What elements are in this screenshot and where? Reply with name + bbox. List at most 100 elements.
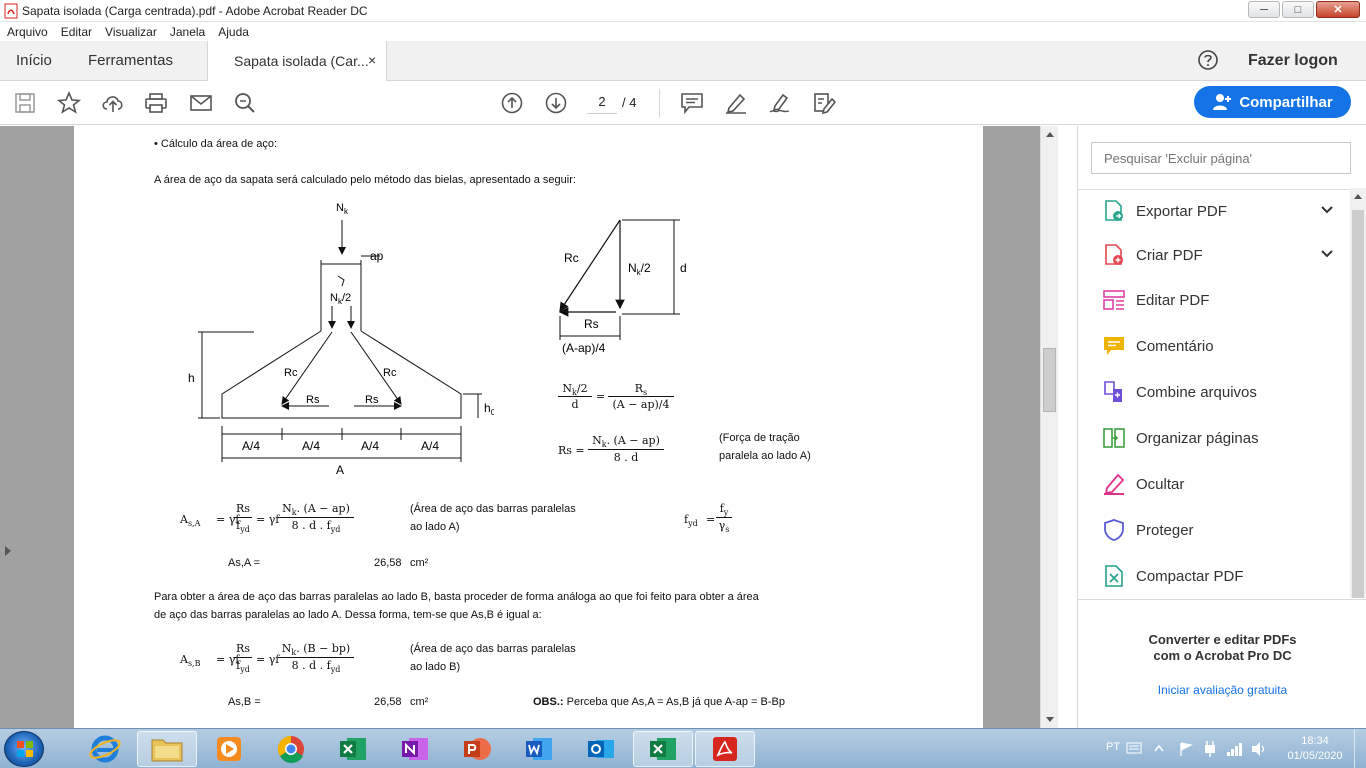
upload-icon[interactable] bbox=[100, 91, 126, 115]
rc-right-label: Rc bbox=[383, 367, 397, 379]
tool-comment[interactable]: Comentário bbox=[1102, 331, 1342, 361]
pdf-page: • Cálculo da área de aço: A área de aço … bbox=[74, 126, 983, 728]
combine-files-icon bbox=[1104, 381, 1122, 402]
page-up-icon[interactable] bbox=[499, 91, 525, 115]
tab-tools[interactable]: Ferramentas bbox=[88, 52, 173, 69]
chevron-down-icon[interactable] bbox=[1320, 247, 1334, 261]
menu-editar[interactable]: Editar bbox=[61, 25, 92, 39]
force-triangle-diagram: Rc Nk/2 d Rs (A-ap)/4 bbox=[558, 219, 687, 355]
page-down-icon[interactable] bbox=[543, 91, 569, 115]
tray-expand-icon[interactable] bbox=[1154, 744, 1164, 752]
triangle-nk2-label: Nk/2 bbox=[628, 261, 651, 277]
help-icon[interactable] bbox=[1197, 49, 1219, 71]
menu-janela[interactable]: Janela bbox=[170, 25, 205, 39]
chevron-down-icon[interactable] bbox=[1320, 203, 1334, 217]
show-desktop-button[interactable] bbox=[1354, 729, 1366, 768]
highlight-pen-icon[interactable] bbox=[723, 91, 749, 115]
taskbar-media-player[interactable] bbox=[199, 731, 259, 767]
menu-ajuda[interactable]: Ajuda bbox=[218, 25, 249, 39]
scroll-thumb[interactable] bbox=[1352, 210, 1364, 598]
taskbar-word[interactable] bbox=[509, 731, 569, 767]
tool-export-pdf[interactable]: Exportar PDF bbox=[1102, 196, 1342, 226]
promo-line1: Converter e editar PDFs bbox=[1148, 632, 1297, 647]
pro-promo: Converter e editar PDFs com o Acrobat Pr… bbox=[1078, 632, 1366, 664]
signal-icon[interactable] bbox=[1226, 741, 1244, 757]
taskbar-ie[interactable] bbox=[75, 731, 135, 767]
excel-icon bbox=[650, 738, 676, 760]
word-icon bbox=[526, 738, 552, 760]
taskbar-acrobat[interactable] bbox=[695, 731, 755, 767]
start-button[interactable] bbox=[4, 731, 44, 767]
tool-comment-label: Comentário bbox=[1136, 337, 1214, 355]
tool-export-pdf-label: Exportar PDF bbox=[1136, 202, 1227, 220]
scroll-up-icon[interactable] bbox=[1046, 132, 1054, 137]
shield-icon bbox=[1104, 519, 1124, 541]
scroll-down-icon[interactable] bbox=[1046, 717, 1054, 722]
chrome-icon bbox=[277, 735, 304, 763]
menu-arquivo[interactable]: Arquivo bbox=[7, 25, 48, 39]
tab-home[interactable]: Início bbox=[16, 52, 52, 69]
excel-icon bbox=[340, 738, 366, 760]
minimize-button[interactable]: ─ bbox=[1248, 1, 1280, 18]
free-trial-link[interactable]: Iniciar avaliação gratuita bbox=[1078, 683, 1366, 697]
action-center-flag-icon[interactable] bbox=[1178, 741, 1194, 757]
bookmark-star-icon[interactable] bbox=[56, 91, 82, 115]
clock[interactable]: 18:34 01/05/2020 bbox=[1282, 734, 1348, 764]
page-number-input[interactable]: 2 bbox=[587, 92, 617, 114]
powerpoint-icon bbox=[464, 738, 491, 760]
left-pane-toggle-icon[interactable] bbox=[5, 546, 11, 556]
keyboard-icon[interactable] bbox=[1126, 742, 1142, 754]
compress-pdf-icon bbox=[1105, 565, 1123, 587]
save-icon[interactable] bbox=[12, 91, 38, 115]
document-scrollbar[interactable] bbox=[1040, 126, 1058, 728]
as-a-result-unit: cm² bbox=[410, 557, 429, 569]
scroll-up-icon[interactable] bbox=[1354, 194, 1362, 199]
tool-compress-pdf[interactable]: Compactar PDF bbox=[1102, 561, 1342, 591]
taskbar-powerpoint[interactable] bbox=[447, 731, 507, 767]
close-tab-icon[interactable]: × bbox=[368, 52, 376, 68]
create-pdf-icon bbox=[1105, 244, 1123, 265]
email-icon[interactable] bbox=[188, 91, 214, 115]
taskbar-excel[interactable] bbox=[323, 731, 383, 767]
taskbar-onenote[interactable] bbox=[385, 731, 445, 767]
tool-edit-pdf[interactable]: Editar PDF bbox=[1102, 285, 1342, 315]
comment-tool-icon bbox=[1104, 337, 1124, 355]
tool-create-pdf-label: Criar PDF bbox=[1136, 246, 1203, 264]
tool-redact-label: Ocultar bbox=[1136, 475, 1185, 493]
sign-icon[interactable] bbox=[767, 91, 793, 115]
share-button[interactable]: Compartilhar bbox=[1194, 86, 1351, 118]
tools-search-input[interactable] bbox=[1091, 142, 1351, 174]
as-b-note-line1: (Área de aço das barras paralelas bbox=[410, 643, 576, 655]
pane-divider bbox=[1078, 599, 1366, 600]
tool-organize-pages[interactable]: Organizar páginas bbox=[1102, 423, 1342, 453]
scroll-thumb[interactable] bbox=[1043, 348, 1056, 412]
taskbar-excel-open[interactable] bbox=[633, 731, 693, 767]
comment-icon[interactable] bbox=[679, 91, 705, 115]
doc-paragraph-b-line1: Para obter a área de aço das barras para… bbox=[154, 591, 759, 603]
ap-label: ap bbox=[370, 249, 384, 263]
tool-redact[interactable]: Ocultar bbox=[1102, 469, 1342, 499]
taskbar-outlook[interactable] bbox=[571, 731, 631, 767]
menu-visualizar[interactable]: Visualizar bbox=[105, 25, 157, 39]
tools-pane-scrollbar[interactable] bbox=[1350, 188, 1366, 598]
maximize-button[interactable]: □ bbox=[1282, 1, 1314, 18]
tab-document[interactable]: Sapata isolada (Car... × bbox=[207, 41, 387, 81]
zoom-search-icon[interactable] bbox=[232, 91, 258, 115]
a4-2-label: A/4 bbox=[302, 439, 320, 453]
language-indicator[interactable]: PT bbox=[1106, 741, 1120, 753]
tool-protect[interactable]: Proteger bbox=[1102, 515, 1342, 545]
power-plug-icon[interactable] bbox=[1202, 740, 1218, 758]
tool-create-pdf[interactable]: Criar PDF bbox=[1102, 240, 1342, 270]
as-b-result-unit: cm² bbox=[410, 696, 429, 708]
fill-sign-icon[interactable] bbox=[811, 91, 837, 115]
print-icon[interactable] bbox=[143, 91, 169, 115]
rs-left-label: Rs bbox=[306, 394, 320, 406]
acrobat-icon bbox=[713, 737, 737, 761]
close-button[interactable]: ✕ bbox=[1316, 1, 1360, 18]
as-b-note-line2: ao lado B) bbox=[410, 661, 461, 673]
login-button[interactable]: Fazer logon bbox=[1248, 52, 1338, 70]
taskbar-chrome[interactable] bbox=[261, 731, 321, 767]
tool-combine-files[interactable]: Combine arquivos bbox=[1102, 377, 1342, 407]
volume-icon[interactable] bbox=[1250, 741, 1268, 757]
taskbar-file-explorer[interactable] bbox=[137, 731, 197, 767]
